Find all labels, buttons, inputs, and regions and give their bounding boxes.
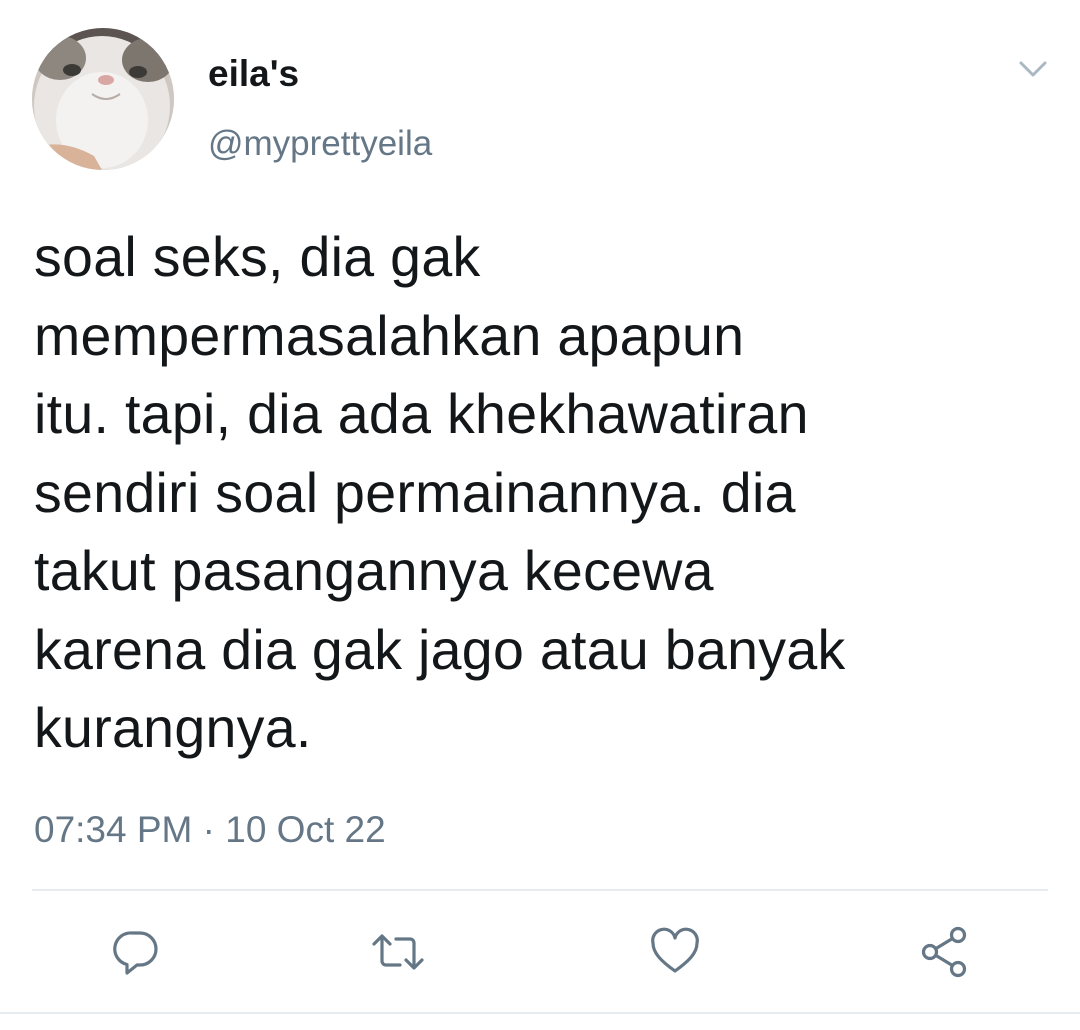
display-name[interactable]: eila's — [208, 52, 299, 96]
tweet-text-line: itu. tapi, dia ada khekhawatiran — [34, 383, 809, 445]
heart-icon — [651, 927, 699, 973]
tweet-text-line: sendiri soal permainannya. dia — [34, 461, 796, 524]
tweet-text: soal seks, dia gak mempermasalahkan apap… — [34, 218, 1044, 768]
retweet-button[interactable] — [370, 924, 426, 980]
retweet-icon — [372, 934, 424, 970]
like-button[interactable] — [647, 924, 703, 980]
tweet-timestamp[interactable]: 07:34 PM · 10 Oct 22 — [34, 806, 386, 854]
reply-button[interactable] — [108, 924, 164, 980]
avatar[interactable] — [32, 28, 174, 170]
reply-icon — [113, 931, 158, 975]
chevron-down-icon[interactable] — [1016, 54, 1050, 84]
share-button[interactable] — [916, 924, 972, 980]
tweet-text-line: karena dia gak jago atau banyak — [34, 618, 846, 681]
user-handle[interactable]: @myprettyeila — [208, 122, 432, 166]
cat-photo-avatar — [32, 28, 174, 170]
tweet-text-line: takut pasangannya kecewa — [34, 540, 714, 602]
tweet-text-line: kurangnya. — [34, 697, 312, 759]
divider — [0, 1012, 1080, 1014]
tweet-text-line: soal seks, dia gak — [34, 226, 481, 288]
tweet-card: eila's @myprettyeila soal seks, dia gak … — [0, 0, 1080, 1030]
divider — [32, 889, 1048, 891]
share-icon — [921, 926, 967, 978]
tweet-text-line: mempermasalahkan apapun — [34, 304, 745, 367]
